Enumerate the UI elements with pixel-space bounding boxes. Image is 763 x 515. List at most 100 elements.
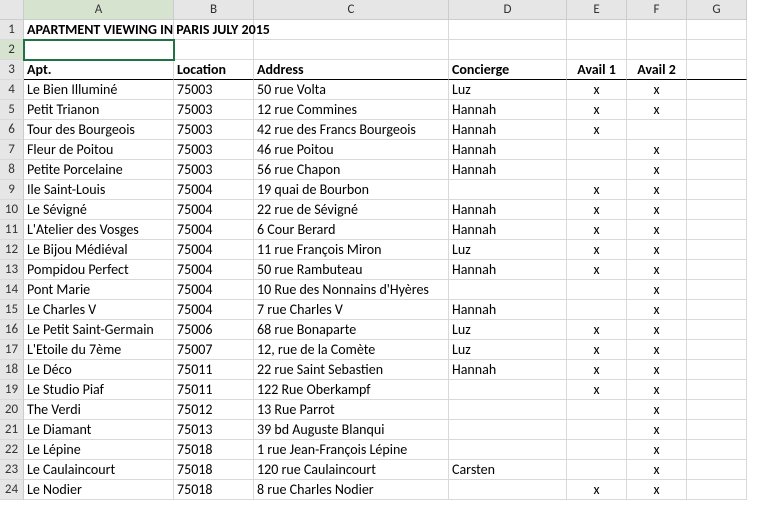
avail1-cell[interactable]: x	[567, 180, 627, 200]
location-cell[interactable]: 75004	[174, 260, 254, 280]
header-apt[interactable]: Apt.	[24, 60, 174, 80]
location-cell[interactable]: 75003	[174, 120, 254, 140]
apt-cell[interactable]: Le Nodier	[24, 480, 174, 500]
location-cell[interactable]: 75018	[174, 460, 254, 480]
address-cell[interactable]: 39 bd Auguste Blanqui	[254, 420, 449, 440]
address-cell[interactable]: 50 rue Rambuteau	[254, 260, 449, 280]
cell[interactable]	[687, 100, 747, 120]
cell[interactable]	[627, 20, 687, 40]
cell[interactable]	[687, 20, 747, 40]
concierge-cell[interactable]: Luz	[449, 340, 567, 360]
concierge-cell[interactable]	[449, 480, 567, 500]
location-cell[interactable]: 75018	[174, 480, 254, 500]
avail1-cell[interactable]: x	[567, 120, 627, 140]
apt-cell[interactable]: Petit Trianon	[24, 100, 174, 120]
avail1-cell[interactable]	[567, 400, 627, 420]
avail1-cell[interactable]: x	[567, 320, 627, 340]
cell[interactable]	[449, 20, 567, 40]
location-cell[interactable]: 75007	[174, 340, 254, 360]
avail2-cell[interactable]: x	[627, 320, 687, 340]
concierge-cell[interactable]	[449, 280, 567, 300]
apt-cell[interactable]: Le Bijou Médiéval	[24, 240, 174, 260]
concierge-cell[interactable]	[449, 400, 567, 420]
row-head-22[interactable]: 22	[0, 440, 24, 460]
concierge-cell[interactable]: Hannah	[449, 360, 567, 380]
avail2-cell[interactable]: x	[627, 80, 687, 100]
avail2-cell[interactable]: x	[627, 360, 687, 380]
cell[interactable]	[254, 20, 449, 40]
location-cell[interactable]: 75003	[174, 160, 254, 180]
row-head-16[interactable]: 16	[0, 320, 24, 340]
header-avail1[interactable]: Avail 1	[567, 60, 627, 80]
address-cell[interactable]: 12 rue Commines	[254, 100, 449, 120]
location-cell[interactable]: 75012	[174, 400, 254, 420]
location-cell[interactable]: 75011	[174, 380, 254, 400]
cell[interactable]	[687, 360, 747, 380]
concierge-cell[interactable]: Hannah	[449, 160, 567, 180]
row-head-10[interactable]: 10	[0, 200, 24, 220]
avail1-cell[interactable]: x	[567, 80, 627, 100]
avail1-cell[interactable]: x	[567, 340, 627, 360]
location-cell[interactable]: 75003	[174, 140, 254, 160]
avail1-cell[interactable]	[567, 160, 627, 180]
concierge-cell[interactable]: Hannah	[449, 200, 567, 220]
avail1-cell[interactable]	[567, 440, 627, 460]
location-cell[interactable]: 75004	[174, 180, 254, 200]
row-head-3[interactable]: 3	[0, 60, 24, 80]
title-cell[interactable]: APARTMENT VIEWING IN PARIS JULY 2015	[24, 20, 174, 40]
cell[interactable]	[687, 180, 747, 200]
concierge-cell[interactable]: Hannah	[449, 140, 567, 160]
cell[interactable]	[567, 20, 627, 40]
spreadsheet-grid[interactable]: ABCDEFG1APARTMENT VIEWING IN PARIS JULY …	[0, 0, 763, 500]
cell[interactable]	[687, 120, 747, 140]
row-head-4[interactable]: 4	[0, 80, 24, 100]
concierge-cell[interactable]: Hannah	[449, 300, 567, 320]
cell[interactable]	[687, 80, 747, 100]
avail2-cell[interactable]: x	[627, 260, 687, 280]
avail2-cell[interactable]: x	[627, 140, 687, 160]
row-head-23[interactable]: 23	[0, 460, 24, 480]
address-cell[interactable]: 22 rue Saint Sebastien	[254, 360, 449, 380]
cell[interactable]	[687, 240, 747, 260]
apt-cell[interactable]: Pont Marie	[24, 280, 174, 300]
header-concierge[interactable]: Concierge	[449, 60, 567, 80]
avail1-cell[interactable]	[567, 420, 627, 440]
concierge-cell[interactable]	[449, 420, 567, 440]
row-head-8[interactable]: 8	[0, 160, 24, 180]
avail2-cell[interactable]: x	[627, 340, 687, 360]
apt-cell[interactable]: Le Caulaincourt	[24, 460, 174, 480]
cell[interactable]	[687, 320, 747, 340]
concierge-cell[interactable]: Luz	[449, 320, 567, 340]
row-head-9[interactable]: 9	[0, 180, 24, 200]
cell[interactable]	[567, 40, 627, 60]
select-all-corner[interactable]	[0, 0, 24, 20]
cell[interactable]	[449, 40, 567, 60]
address-cell[interactable]: 122 Rue Oberkampf	[254, 380, 449, 400]
apt-cell[interactable]: Le Bien Illuminé	[24, 80, 174, 100]
row-head-21[interactable]: 21	[0, 420, 24, 440]
concierge-cell[interactable]: Luz	[449, 240, 567, 260]
avail1-cell[interactable]: x	[567, 200, 627, 220]
avail1-cell[interactable]: x	[567, 260, 627, 280]
cell[interactable]	[687, 280, 747, 300]
row-head-20[interactable]: 20	[0, 400, 24, 420]
cell[interactable]	[687, 340, 747, 360]
location-cell[interactable]: 75004	[174, 200, 254, 220]
address-cell[interactable]: 22 rue de Sévigné	[254, 200, 449, 220]
col-head-C[interactable]: C	[254, 0, 449, 20]
row-head-2[interactable]: 2	[0, 40, 24, 60]
cell[interactable]	[687, 260, 747, 280]
cell[interactable]	[687, 200, 747, 220]
avail2-cell[interactable]: x	[627, 420, 687, 440]
apt-cell[interactable]: Le Déco	[24, 360, 174, 380]
col-head-E[interactable]: E	[567, 0, 627, 20]
avail2-cell[interactable]: x	[627, 160, 687, 180]
address-cell[interactable]: 12, rue de la Comète	[254, 340, 449, 360]
location-cell[interactable]: 75004	[174, 300, 254, 320]
cell[interactable]	[627, 40, 687, 60]
location-cell[interactable]: 75004	[174, 280, 254, 300]
avail1-cell[interactable]: x	[567, 380, 627, 400]
avail2-cell[interactable]: x	[627, 480, 687, 500]
avail2-cell[interactable]: x	[627, 100, 687, 120]
cell[interactable]	[687, 380, 747, 400]
